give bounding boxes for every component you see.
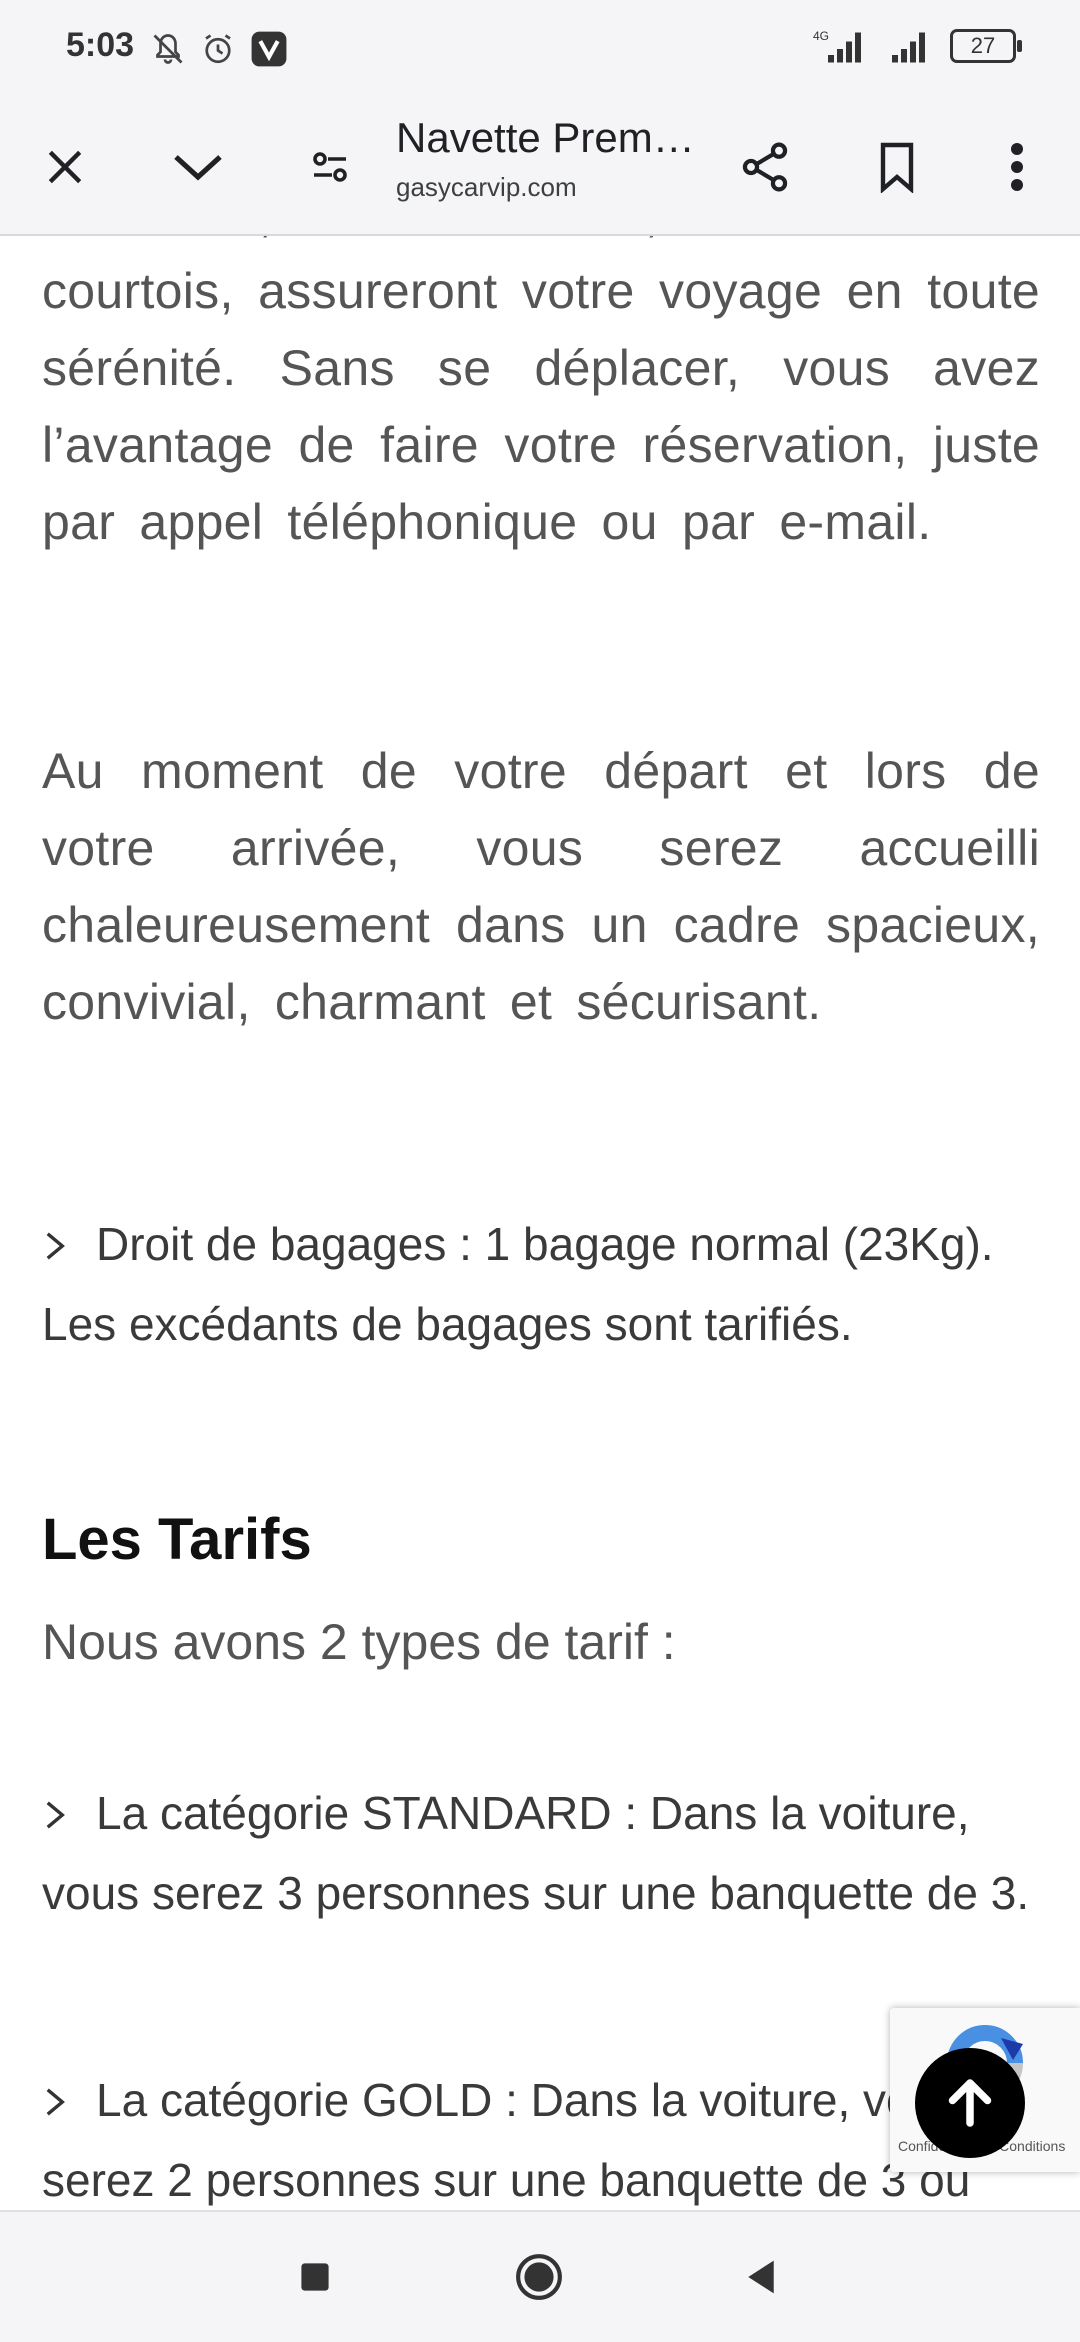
alarm-icon: [205, 34, 231, 64]
signal-icon: [892, 32, 925, 63]
paragraph-accueil: Au moment de votre départ et lors de vot…: [42, 743, 1040, 1030]
chevron-down-icon[interactable]: [163, 132, 233, 202]
page-url[interactable]: gasycarvip.com: [396, 172, 577, 203]
bullet-bagages-text: Droit de bagages : 1 bagage normal (23Kg…: [42, 1218, 994, 1351]
status-time: 5:03: [66, 26, 135, 64]
tarifs-heading: Les Tarifs: [42, 1507, 312, 1572]
custom-tab-toolbar: Navette Prem… gasycarvip.com: [0, 100, 1080, 236]
bullet-standard-text: La catégorie STANDARD : Dans la voiture,…: [42, 1787, 1030, 1920]
page-content: défensive, mais encore, serviables et co…: [42, 236, 1040, 2210]
site-settings-icon[interactable]: [295, 132, 365, 202]
status-system-icons: 4G 27: [810, 28, 1022, 64]
arrow-up-icon: [948, 2079, 992, 2127]
tarifs-intro: Nous avons 2 types de tarif :: [42, 1614, 676, 1670]
system-navigation-bar: [0, 2210, 1080, 2342]
back-triangle-icon: [748, 2260, 774, 2294]
status-notification-icons: [150, 30, 288, 68]
close-icon[interactable]: [30, 132, 100, 202]
bookmark-icon[interactable]: [862, 132, 932, 202]
status-bar: 5:03 4G 27: [0, 0, 1080, 100]
back-button[interactable]: [736, 2252, 786, 2302]
mute-bell-icon: [153, 34, 183, 64]
share-icon[interactable]: [730, 132, 800, 202]
app-v-icon: [251, 31, 287, 67]
bullet-standard: La catégorie STANDARD : Dans la voiture,…: [42, 1775, 1040, 1932]
scroll-to-top-button[interactable]: [915, 2048, 1025, 2158]
more-options-icon[interactable]: [982, 132, 1052, 202]
home-button[interactable]: [514, 2252, 564, 2302]
page-title[interactable]: Navette Prem…: [396, 114, 695, 162]
chevron-right-icon: [42, 2065, 82, 2142]
square-icon: [301, 2263, 329, 2291]
signal-4g-icon: 4G: [813, 29, 861, 63]
paragraph-service: défensive, mais encore, serviables et co…: [42, 236, 1040, 550]
home-circle-icon: [516, 2254, 562, 2300]
battery-icon: 27: [950, 29, 1022, 63]
svg-text:4G: 4G: [813, 29, 829, 43]
chevron-right-icon: [42, 1778, 82, 1855]
bullet-bagages: Droit de bagages : 1 bagage normal (23Kg…: [42, 1206, 1040, 1363]
bullet-gold-text: La catégorie GOLD : Dans la voiture, vou…: [42, 2074, 971, 2207]
recents-button[interactable]: [290, 2252, 340, 2302]
chevron-right-icon: [42, 1209, 82, 1286]
